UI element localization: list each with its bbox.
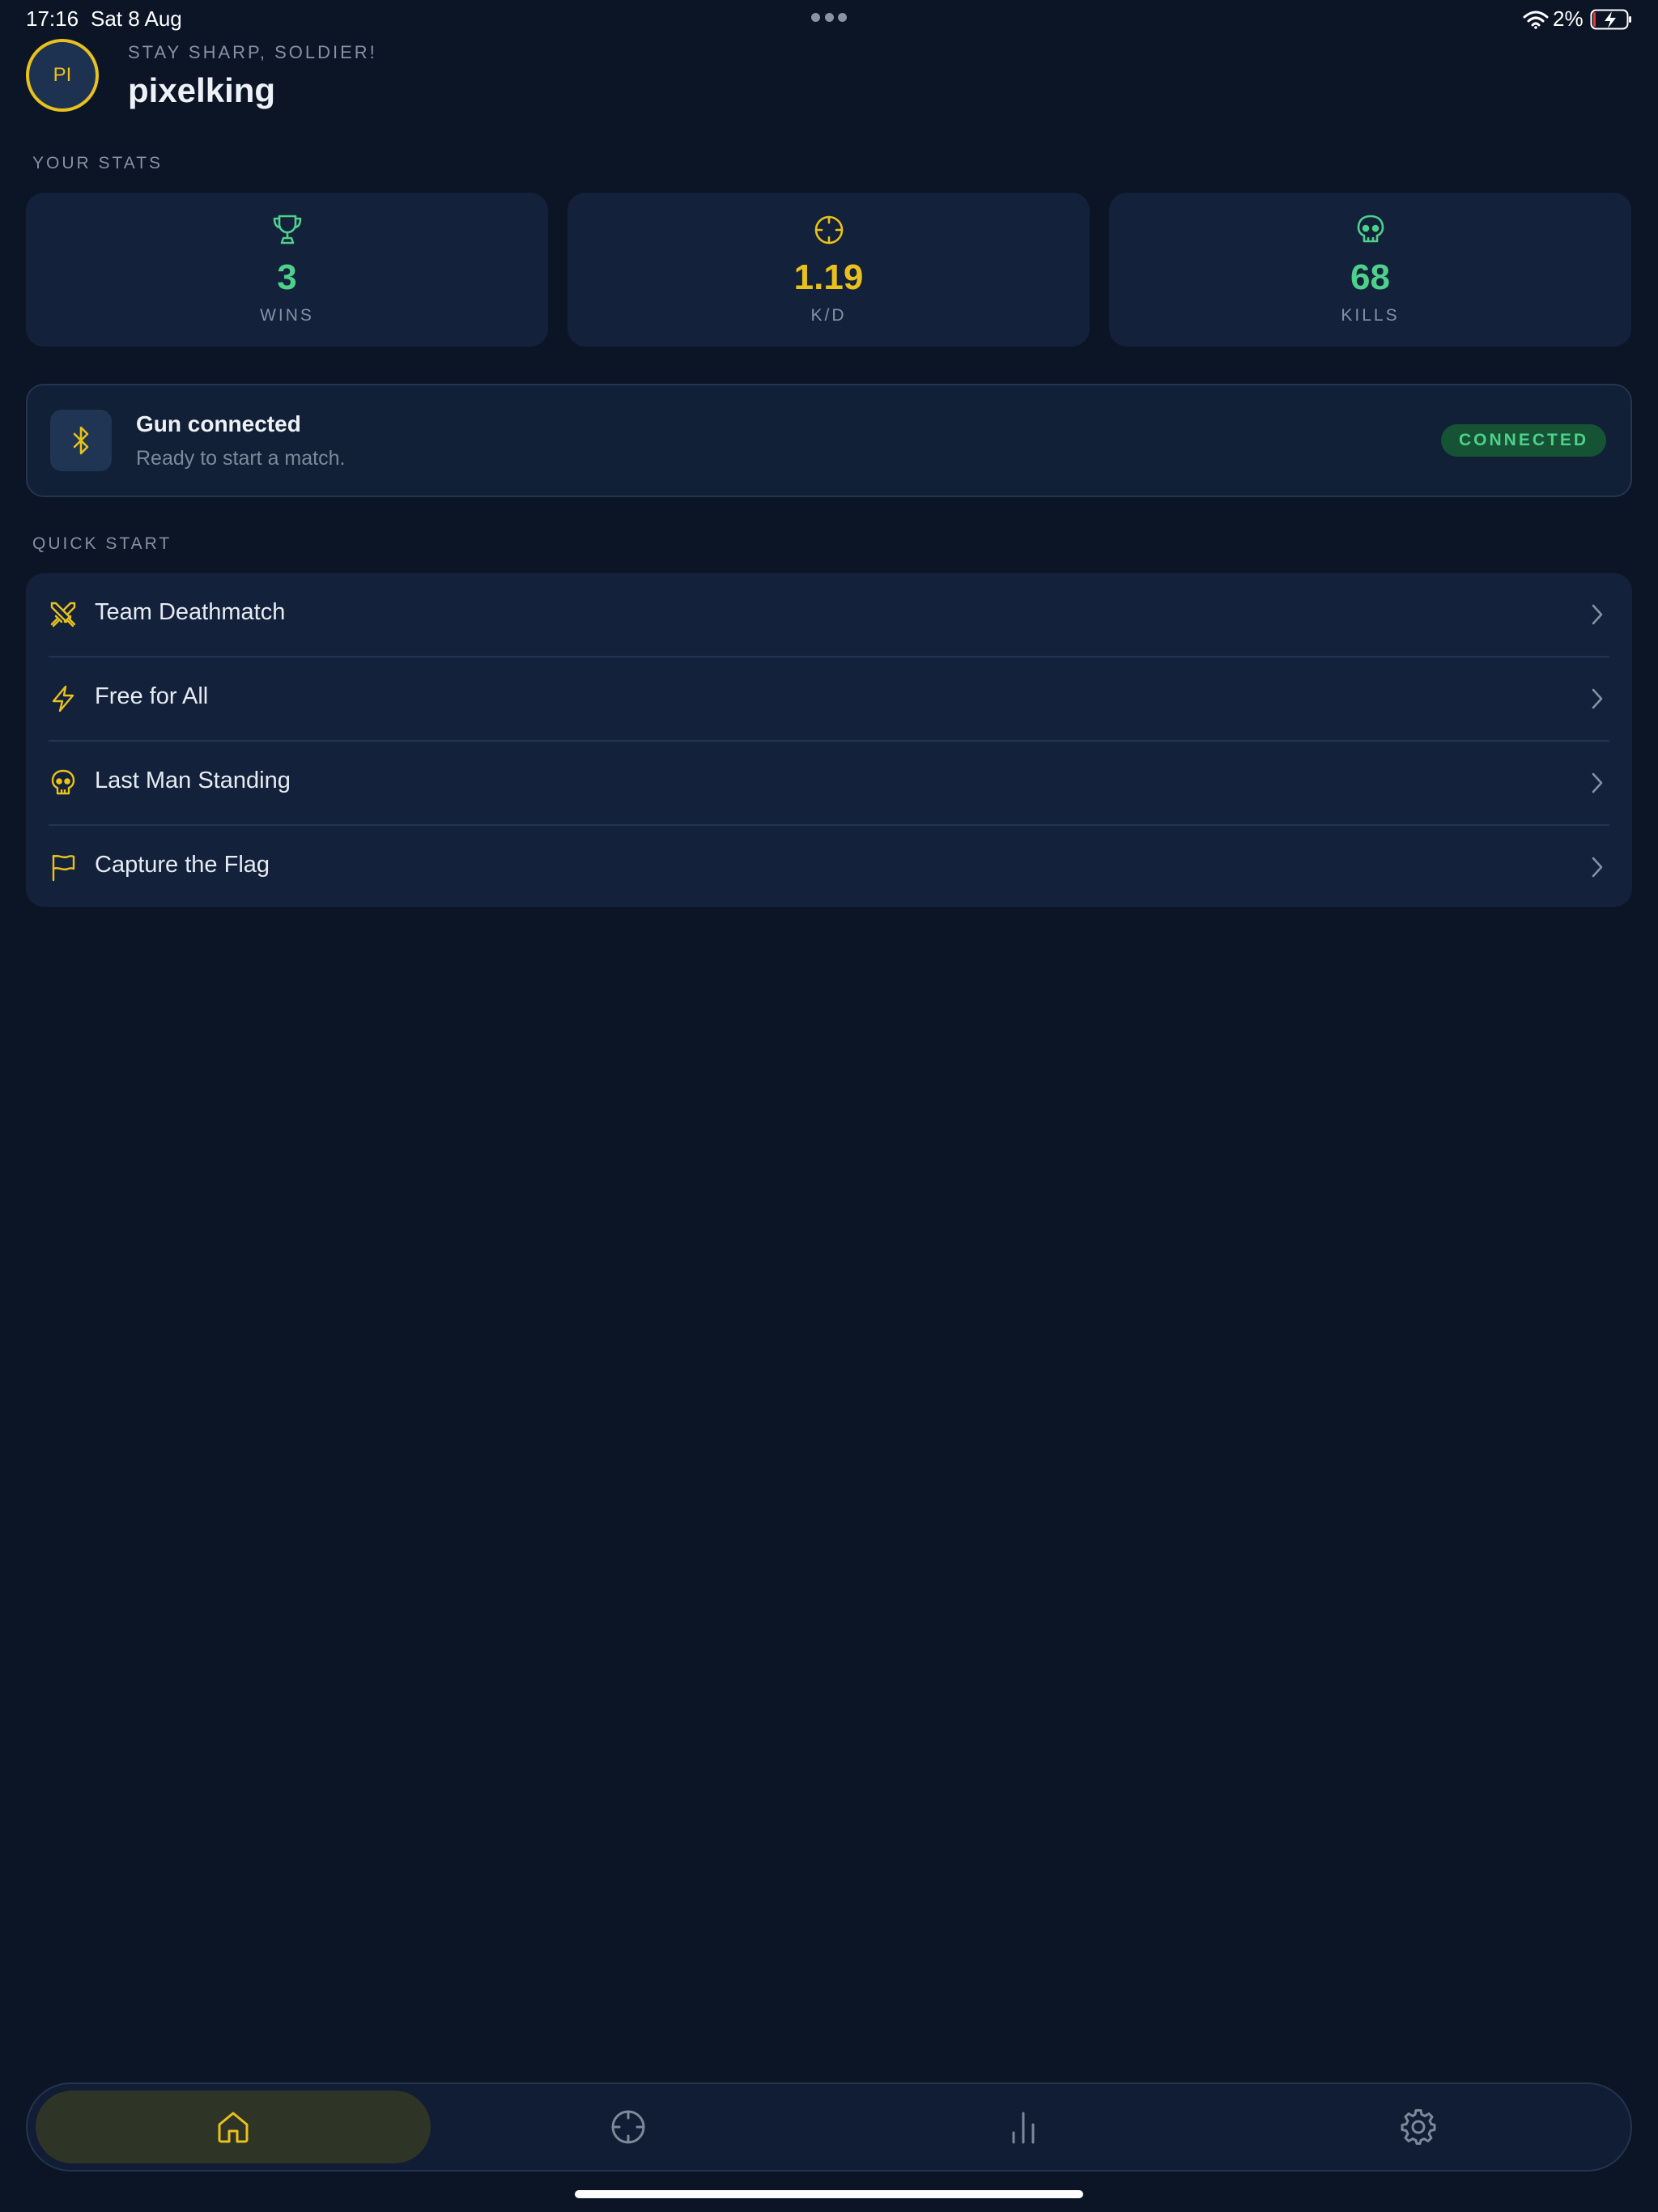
tab-bar <box>26 2082 1632 2172</box>
avatar[interactable]: PI <box>26 39 99 112</box>
connection-status-badge: CONNECTED <box>1440 424 1606 457</box>
list-item-capture-the-flag[interactable]: Capture the Flag <box>26 826 1632 909</box>
list-item-label: Free for All <box>95 683 209 709</box>
bluetooth-badge <box>50 410 112 471</box>
chevron-right-icon <box>1592 857 1603 878</box>
tab-settings[interactable] <box>1221 2091 1616 2163</box>
crosshair-icon <box>611 2110 645 2144</box>
wifi-icon <box>1523 11 1549 29</box>
stat-value: 1.19 <box>793 257 864 297</box>
battery-charging-icon <box>1590 9 1631 30</box>
stat-label: KILLS <box>1341 306 1400 325</box>
list-item-team-deathmatch[interactable]: Team Deathmatch <box>26 573 1632 657</box>
status-date: Sat 8 Aug <box>91 6 182 31</box>
greeting: STAY SHARP, SOLDIER! <box>128 42 377 62</box>
trophy-icon <box>273 215 301 245</box>
list-item-last-man-standing[interactable]: Last Man Standing <box>26 742 1632 825</box>
stat-label: K/D <box>810 306 847 325</box>
gear-icon <box>1401 2109 1436 2145</box>
status-time: 17:16 <box>26 6 79 31</box>
multitasking-dots-icon[interactable] <box>811 13 847 23</box>
bluetooth-icon <box>73 426 89 455</box>
tab-home[interactable] <box>36 2091 431 2163</box>
battery-percent: 2% <box>1553 6 1584 31</box>
flag-icon <box>52 854 75 882</box>
username: pixelking <box>128 71 276 109</box>
chevron-right-icon <box>1592 772 1603 793</box>
stat-value: 68 <box>1350 257 1390 297</box>
chevron-right-icon <box>1592 604 1603 625</box>
connection-subtitle: Ready to start a match. <box>136 447 346 470</box>
tab-stats[interactable] <box>826 2091 1221 2163</box>
home-icon <box>218 2112 249 2143</box>
skull-icon <box>51 769 75 795</box>
stat-value: 3 <box>277 257 297 297</box>
stats-section-label: YOUR STATS <box>32 154 164 172</box>
crosshair-icon <box>814 215 843 245</box>
connection-title: Gun connected <box>136 411 301 436</box>
quick-start-section-label: QUICK START <box>32 534 172 553</box>
crossed-swords-icon <box>50 602 76 627</box>
stat-card-kd: 1.19 K/D <box>568 193 1090 347</box>
stat-label: WINS <box>260 306 314 325</box>
list-item-free-for-all[interactable]: Free for All <box>26 657 1632 741</box>
bar-chart-icon <box>1012 2112 1035 2144</box>
list-item-label: Last Man Standing <box>95 768 291 793</box>
stat-card-wins: 3 WINS <box>26 193 548 347</box>
gun-connection-card[interactable]: Gun connected Ready to start a match. CO… <box>26 384 1632 497</box>
quick-start-list: Team Deathmatch Free for All Last Man St… <box>26 573 1632 907</box>
tab-play[interactable] <box>431 2091 826 2163</box>
skull-icon <box>1357 215 1384 243</box>
list-item-label: Capture the Flag <box>95 852 270 878</box>
stat-card-kills: 68 KILLS <box>1109 193 1631 347</box>
avatar-initials: PI <box>53 64 72 86</box>
home-indicator <box>575 2190 1083 2198</box>
list-item-label: Team Deathmatch <box>95 599 286 625</box>
lightning-icon <box>52 685 74 713</box>
chevron-right-icon <box>1592 688 1603 709</box>
